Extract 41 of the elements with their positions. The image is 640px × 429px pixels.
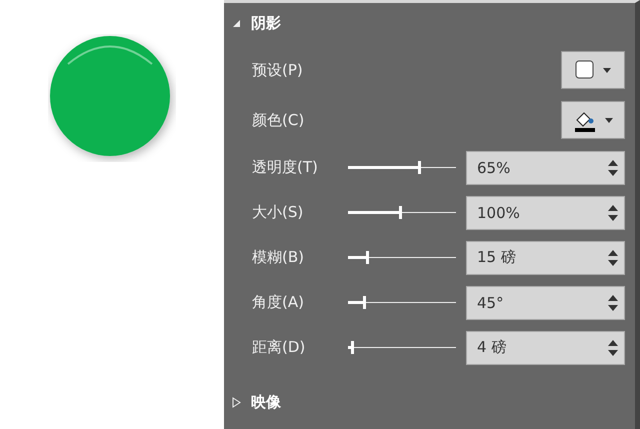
slider[interactable]	[348, 161, 456, 174]
field-label: 大小(S)	[252, 203, 304, 222]
slider[interactable]	[348, 296, 456, 309]
slider-thumb[interactable]	[366, 251, 369, 264]
field-label: 透明度(T)	[252, 158, 319, 177]
slider-thumb[interactable]	[418, 161, 422, 174]
field-label: 距离(D)	[252, 338, 306, 357]
collapse-icon[interactable]	[232, 18, 241, 28]
caret-icon	[603, 68, 611, 72]
spin-box[interactable]: 15 磅	[466, 240, 625, 274]
slider-thumb[interactable]	[351, 341, 354, 354]
spin-icon[interactable]	[608, 204, 618, 222]
section-title[interactable]: 映像	[251, 392, 281, 412]
field-label: 角度(A)	[252, 293, 305, 312]
slider[interactable]	[348, 341, 456, 354]
color-dropdown[interactable]	[561, 101, 625, 139]
spin-icon[interactable]	[608, 158, 618, 176]
expand-icon[interactable]	[232, 396, 241, 408]
field-label: 模糊(B)	[252, 248, 305, 267]
square-icon	[575, 60, 595, 80]
slider-thumb[interactable]	[362, 296, 366, 309]
spin-box[interactable]: 65%	[466, 150, 625, 184]
spin-icon[interactable]	[608, 338, 618, 356]
spin-icon[interactable]	[608, 248, 618, 266]
value-input[interactable]: 4 磅	[477, 338, 608, 356]
spin-box[interactable]: 4 磅	[466, 330, 625, 364]
spin-icon[interactable]	[608, 294, 618, 312]
value-input[interactable]: 100%	[477, 204, 608, 222]
section-title[interactable]: 阴影	[251, 14, 281, 32]
value-input[interactable]: 45°	[477, 294, 608, 312]
value-input[interactable]: 15 磅	[477, 248, 608, 266]
field-label: 预设(P)	[252, 60, 304, 80]
preset-dropdown[interactable]	[561, 51, 625, 89]
slider[interactable]	[348, 206, 456, 219]
field-label: 颜色(C)	[252, 110, 306, 130]
value-input[interactable]: 65%	[477, 158, 608, 176]
spin-box[interactable]: 100%	[466, 196, 625, 230]
slider-thumb[interactable]	[399, 206, 402, 219]
spin-box[interactable]: 45°	[466, 286, 625, 320]
caret-icon	[605, 118, 613, 122]
slider[interactable]	[348, 251, 456, 264]
